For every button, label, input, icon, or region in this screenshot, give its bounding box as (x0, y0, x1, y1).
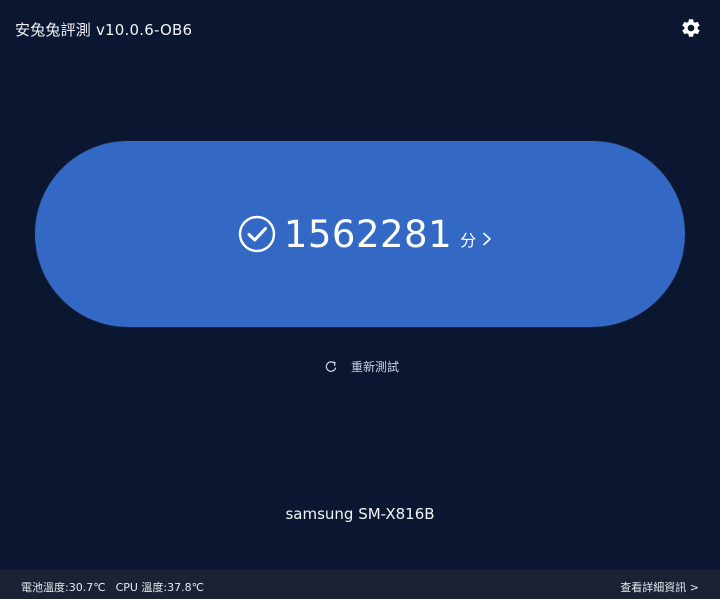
score-unit: 分 (460, 231, 477, 250)
retest-label: 重新測試 (351, 360, 400, 374)
settings-button[interactable] (680, 17, 702, 39)
score-button[interactable]: 1562281 分 (35, 141, 685, 327)
status-bar: 電池溫度:30.7℃ CPU 溫度:37.8℃ 查看詳細資訊 > (0, 570, 720, 599)
retest-button[interactable]: 重新測試 (324, 358, 399, 375)
score-value: 1562281 (283, 212, 453, 256)
device-name: samsung SM-X816B (285, 505, 435, 523)
chevron-right-icon (483, 232, 491, 245)
battery-temperature: 電池溫度:30.7℃ (21, 581, 106, 594)
check-circle-icon (238, 215, 276, 253)
cpu-temperature: CPU 溫度:37.8℃ (115, 581, 204, 594)
view-details-link[interactable]: 查看詳細資訊 > (620, 579, 699, 595)
temperature-readouts: 電池溫度:30.7℃ CPU 溫度:37.8℃ (21, 579, 204, 595)
score-content: 1562281 分 (238, 215, 492, 253)
app-title: 安兔兔評測 v10.0.6-OB6 (15, 21, 193, 39)
refresh-icon (325, 360, 337, 372)
gear-icon (682, 19, 700, 37)
